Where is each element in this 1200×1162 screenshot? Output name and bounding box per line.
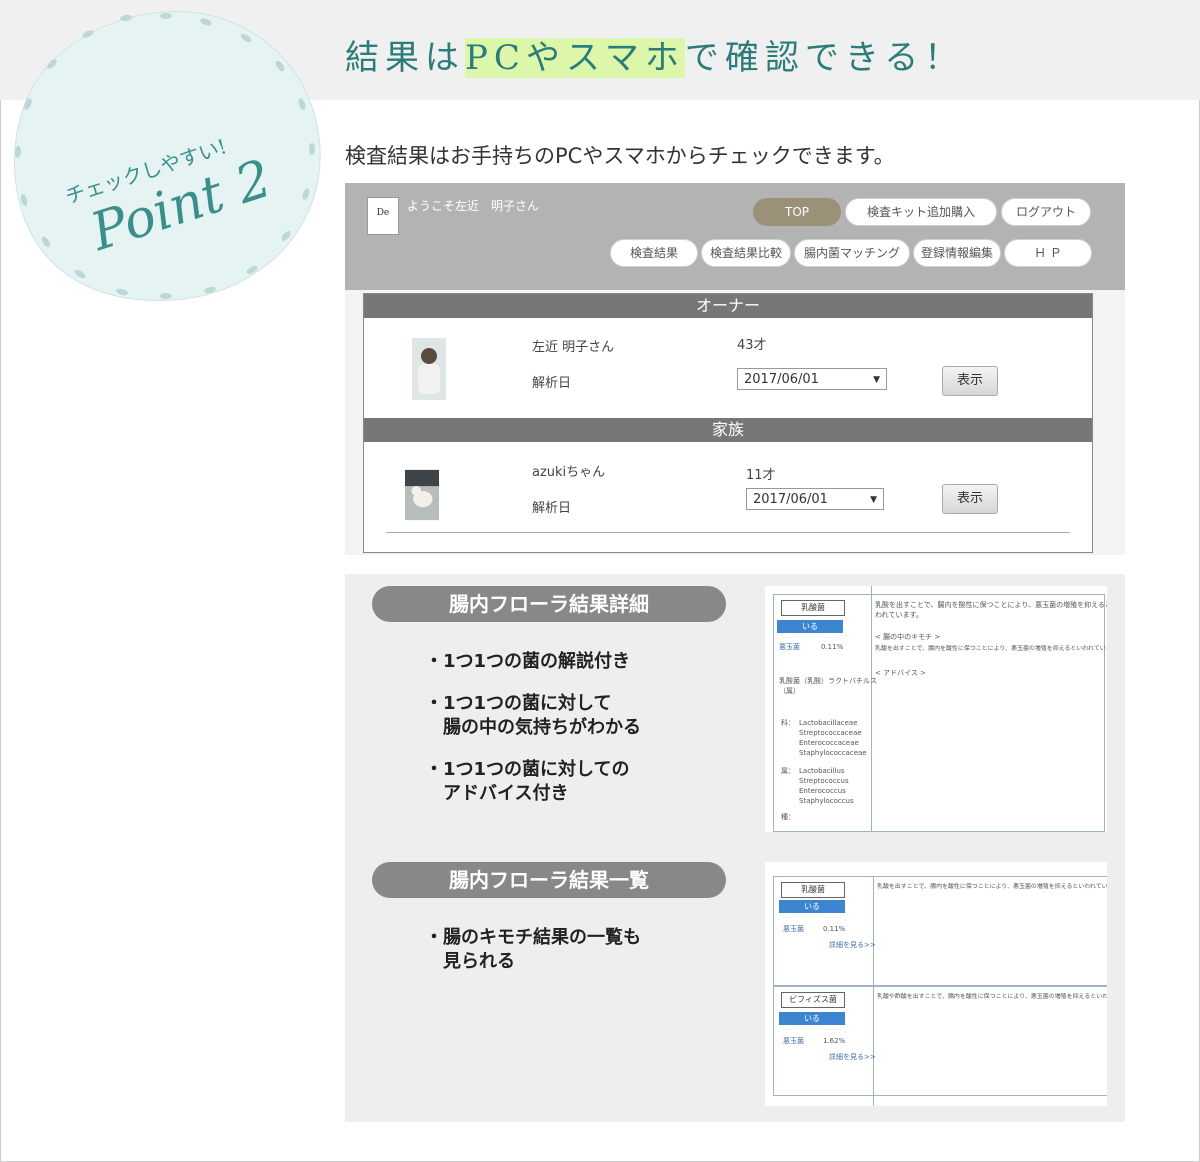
detail-title: 腸内フローラ結果詳細 xyxy=(372,586,726,622)
logo: De xyxy=(367,197,399,235)
app-header: De ようこそ左近 明子さん TOP 検査キット追加購入 ログアウト 検査結果 … xyxy=(345,183,1125,290)
list-item-more-link[interactable]: 詳細を見る>> xyxy=(829,1052,876,1062)
list-item-desc: 乳酸や酢酸を出すことで、腸内を酸性に保つことにより、悪玉菌の増殖を抑えるといわれ… xyxy=(877,992,1107,1000)
chevron-down-icon: ▼ xyxy=(873,375,880,385)
nav-kit-purchase[interactable]: 検査キット追加購入 xyxy=(845,198,997,226)
nav-top[interactable]: TOP xyxy=(753,198,841,226)
owner-age: 43才 xyxy=(737,338,767,353)
family-list: Lactobacillaceae Streptococcaceae Entero… xyxy=(799,719,867,757)
family-show-button[interactable]: 表示 xyxy=(942,484,998,514)
intro-text: 検査結果はお手持ちのPCやスマホからチェックできます。 xyxy=(345,144,895,168)
advice-title: < アドバイス > xyxy=(875,669,926,677)
headline-highlight: PCやスマホ xyxy=(465,38,685,78)
list-item-status: いる xyxy=(779,900,845,913)
bacteria-percent: 0.11% xyxy=(821,643,844,651)
nav-profile-edit[interactable]: 登録情報編集 xyxy=(913,239,1001,267)
genus-list: Lactobacillus Streptococcus Enterococcus… xyxy=(799,767,854,805)
detail-bullet-2: ・1つ1つの菌に対して 腸の中の気持ちがわかる xyxy=(425,693,641,738)
owner-date-select[interactable]: 2017/06/01 ▼ xyxy=(737,368,887,390)
family-name: azukiちゃん xyxy=(532,465,606,480)
bacteria-label[interactable]: 悪玉菌 xyxy=(779,642,800,652)
list-item-status: いる xyxy=(779,1012,845,1025)
detail-description: 乳酸を出すことで、腸内を酸性に保つことにより、悪玉菌の増殖を抑えるとい われてい… xyxy=(875,601,1107,619)
members-panel: オーナー 左近 明子さん 43才 解析日 2017/06/01 ▼ 表示 家族 … xyxy=(363,293,1093,553)
list-bullet-1: ・腸のキモチ結果の一覧も 見られる xyxy=(425,927,641,972)
owner-date-value: 2017/06/01 xyxy=(744,372,819,387)
species-text: 乳酸菌（乳酸）ラクトバチルス （属） xyxy=(779,677,877,695)
bacteria-tag: 乳酸菌 xyxy=(781,600,845,616)
owner-section-title: オーナー xyxy=(364,294,1092,318)
species-label: 種： xyxy=(781,813,795,821)
feeling-title: < 腸の中のキモチ > xyxy=(875,633,941,641)
divider xyxy=(386,532,1070,533)
column-divider xyxy=(871,586,872,832)
list-item-label[interactable]: 悪玉菌 xyxy=(783,1036,804,1046)
family-age: 11才 xyxy=(746,468,776,483)
owner-show-button[interactable]: 表示 xyxy=(942,366,998,396)
app-screenshot: De ようこそ左近 明子さん TOP 検査キット追加購入 ログアウト 検査結果 … xyxy=(345,183,1125,555)
owner-photo xyxy=(412,338,446,400)
welcome-text: ようこそ左近 明子さん xyxy=(407,199,540,213)
chevron-down-icon: ▼ xyxy=(870,495,877,505)
nav-results[interactable]: 検査結果 xyxy=(610,239,698,267)
page-headline: 結果はPCやスマホで確認できる！ xyxy=(345,30,964,79)
family-date-select[interactable]: 2017/06/01 ▼ xyxy=(746,488,884,510)
list-screenshot: 乳酸菌 いる 悪玉菌 0.11% 詳細を見る>> 乳酸を出すことで、腸内を酸性に… xyxy=(765,862,1107,1106)
feeling-text: 乳酸を出すことで、腸内を酸性に保つことにより、悪玉菌の増殖を抑えるといわれていま… xyxy=(875,644,1107,652)
list-item-percent: 1.62% xyxy=(823,1037,846,1045)
list-item-percent: 0.11% xyxy=(823,925,846,933)
list-title: 腸内フローラ結果一覧 xyxy=(372,862,726,898)
headline-after: で確認できる！ xyxy=(684,38,965,78)
feature-panel: 腸内フローラ結果詳細 ・1つ1つの菌の解説付き ・1つ1つの菌に対して 腸の中の… xyxy=(345,574,1125,1122)
nav-matching[interactable]: 腸内菌マッチング xyxy=(794,239,910,267)
list-item-desc: 乳酸を出すことで、腸内を酸性に保つことにより、悪玉菌の増殖を抑えるといわれていま… xyxy=(877,882,1107,890)
list-item-tag: 乳酸菌 xyxy=(781,882,845,898)
owner-date-label: 解析日 xyxy=(532,376,572,391)
status-badge: いる xyxy=(777,620,843,633)
genus-label: 属： xyxy=(781,767,795,775)
list-item-more-link[interactable]: 詳細を見る>> xyxy=(829,940,876,950)
family-date-label: 解析日 xyxy=(532,501,572,516)
list-item-label[interactable]: 悪玉菌 xyxy=(783,924,804,934)
nav-compare[interactable]: 検査結果比較 xyxy=(701,239,791,267)
family-label: 科： xyxy=(781,719,795,727)
family-date-value: 2017/06/01 xyxy=(753,492,828,507)
family-photo xyxy=(405,469,439,521)
detail-screenshot: 乳酸菌 いる 悪玉菌 0.11% 乳酸菌（乳酸）ラクトバチルス （属） 科： L… xyxy=(765,586,1107,832)
nav-logout[interactable]: ログアウト xyxy=(1001,198,1091,226)
family-section-title: 家族 xyxy=(364,418,1092,442)
point-badge: チェックしやすい! Point 2 xyxy=(14,11,321,302)
owner-name: 左近 明子さん xyxy=(532,340,615,355)
detail-bullet-1: ・1つ1つの菌の解説付き xyxy=(425,651,631,672)
list-item-tag: ビフィズス菌 xyxy=(781,992,845,1008)
detail-bullet-3: ・1つ1つの菌に対しての アドバイス付き xyxy=(425,759,630,804)
headline-before: 結果は xyxy=(345,38,465,78)
nav-hp[interactable]: Ｈ Ｐ xyxy=(1004,239,1092,267)
